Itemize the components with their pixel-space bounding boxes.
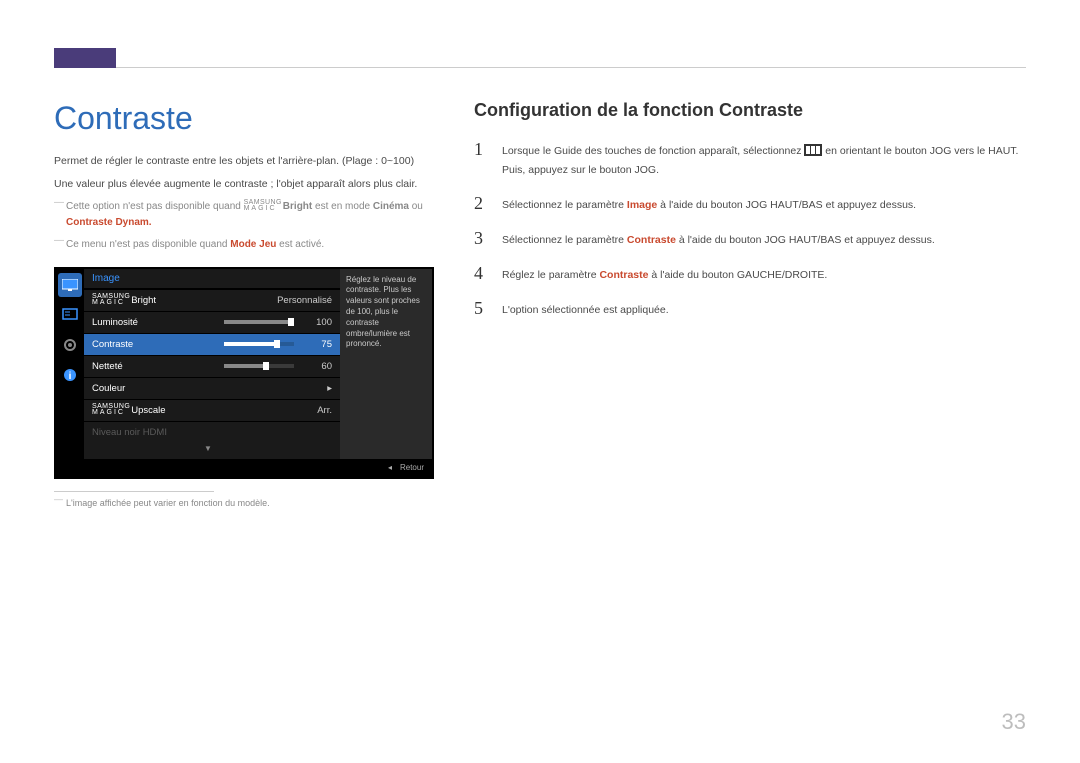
step-1: 1 Lorsque le Guide des touches de foncti…	[474, 139, 1026, 179]
osd-panel: i Image SAMSUNGMAGICBright Personnalisé …	[54, 267, 434, 479]
chevron-down-icon[interactable]: ▼	[84, 444, 212, 453]
accent-bar	[54, 48, 116, 68]
info-icon[interactable]: i	[58, 363, 82, 387]
step-5: 5 L'option sélectionnée est appliquée.	[474, 298, 1026, 319]
osd-row-bright[interactable]: SAMSUNGMAGICBright Personnalisé	[84, 289, 340, 311]
luminosite-slider[interactable]	[224, 320, 294, 324]
monitor-icon[interactable]	[58, 273, 82, 297]
osd-row-nettete[interactable]: Netteté 60	[84, 355, 340, 377]
page-title: Contraste	[54, 100, 434, 137]
osd-row-hdmi: Niveau noir HDMI	[84, 421, 340, 443]
osd-sidebar: i	[56, 269, 84, 459]
osd-row-upscale[interactable]: SAMSUNGMAGICUpscale Arr.	[84, 399, 340, 421]
osd-row-contraste[interactable]: Contraste 75	[84, 333, 340, 355]
samsung-magic-logo: SAMSUNGMAGIC	[92, 294, 130, 306]
top-divider	[116, 67, 1026, 68]
step-4: 4 Réglez le paramètre Contraste à l'aide…	[474, 263, 1026, 284]
footnote-divider	[54, 491, 214, 492]
osd-retour[interactable]: Retour	[400, 463, 424, 472]
image-footnote: L'image affichée peut varier en fonction…	[54, 498, 434, 508]
gear-icon[interactable]	[58, 333, 82, 357]
osd-menu-title: Image	[84, 269, 340, 289]
back-arrow-icon[interactable]: ◂	[388, 463, 392, 472]
contraste-slider[interactable]	[224, 342, 294, 346]
note-2: Ce menu n'est pas disponible quand Mode …	[54, 237, 434, 253]
osd-footer: ◂ Retour	[56, 459, 432, 477]
menu-icon	[804, 144, 822, 162]
osd-row-luminosite[interactable]: Luminosité 100	[84, 311, 340, 333]
osd-row-couleur[interactable]: Couleur ▸	[84, 377, 340, 399]
intro-line1: Permet de régler le contraste entre les …	[54, 153, 434, 170]
osd-tooltip: Réglez le niveau de contraste. Plus les …	[340, 269, 432, 459]
page-number: 33	[1002, 709, 1026, 735]
nettete-slider[interactable]	[224, 364, 294, 368]
samsung-magic-logo: SAMSUNGMAGIC	[92, 404, 130, 416]
samsung-magic-logo: SAMSUNGMAGIC	[244, 200, 282, 212]
step-2: 2 Sélectionnez le paramètre Image à l'ai…	[474, 193, 1026, 214]
display-icon[interactable]	[58, 303, 82, 327]
svg-text:i: i	[69, 371, 72, 382]
step-3: 3 Sélectionnez le paramètre Contraste à …	[474, 228, 1026, 249]
section-heading: Configuration de la fonction Contraste	[474, 100, 1026, 121]
note-1: Cette option n'est pas disponible quand …	[54, 199, 434, 231]
intro-line2: Une valeur plus élevée augmente le contr…	[54, 176, 434, 193]
